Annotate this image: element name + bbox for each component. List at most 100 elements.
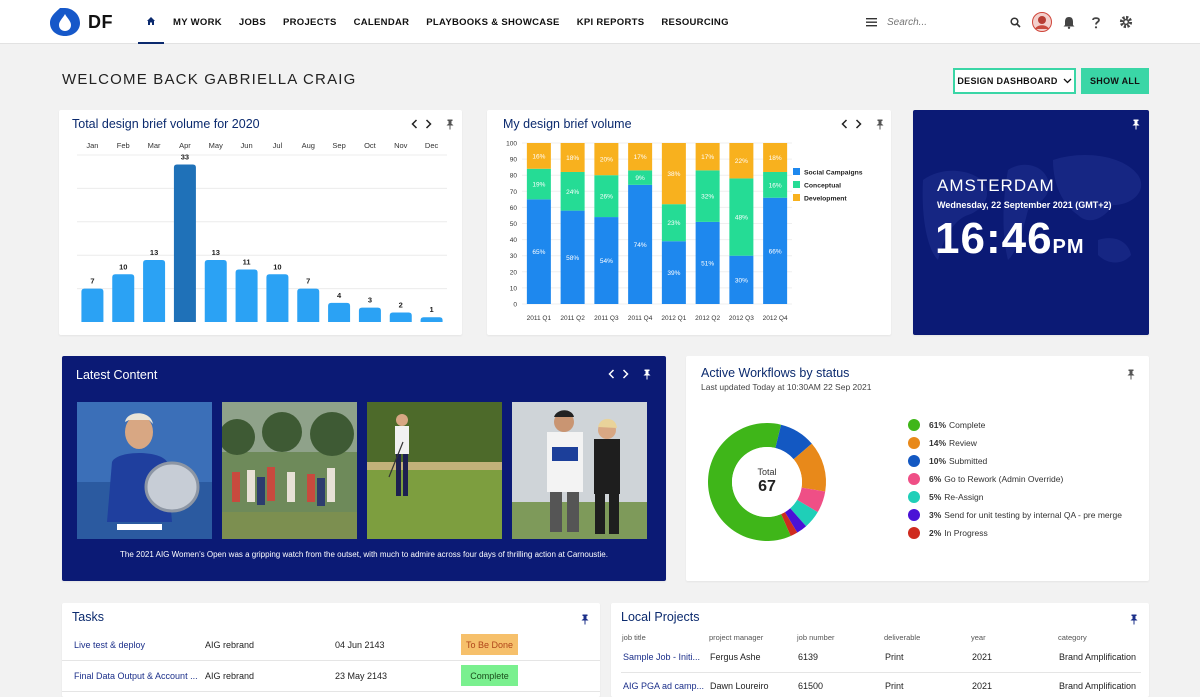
task-row[interactable]: Live test & deploy AIG rebrand 04 Jun 21… (62, 630, 600, 661)
notifications-button[interactable] (1058, 11, 1080, 33)
nav-calendar[interactable]: CALENDAR (354, 17, 410, 28)
legend-item[interactable]: 61% Complete (908, 416, 1122, 434)
legend-dot (908, 473, 920, 485)
data-label: 7 (90, 277, 94, 286)
bar[interactable] (81, 288, 104, 322)
data-label: 18% (566, 155, 579, 162)
task-name[interactable]: Live test & deploy (74, 640, 145, 650)
dashboard-select[interactable]: DESIGN DASHBOARD (953, 68, 1076, 94)
content-image-golfer-swing[interactable] (367, 402, 502, 539)
legend-item[interactable]: 10% Submitted (908, 452, 1122, 470)
content-image-caddie[interactable] (512, 402, 647, 539)
task-name[interactable]: Final Data Output & Account ... (74, 671, 198, 681)
legend-item[interactable]: 2% In Progress (908, 524, 1122, 542)
legend-item[interactable]: 6% Go to Rework (Admin Override) (908, 470, 1122, 488)
legend-label: Social Campaigns (804, 170, 863, 177)
data-label: 38% (667, 171, 680, 178)
task-status-badge[interactable]: To Be Done (461, 634, 518, 655)
menu-icon[interactable] (866, 17, 877, 27)
x-tick-label: Dec (425, 141, 439, 150)
data-label: 19% (532, 182, 545, 189)
project-job-title[interactable]: Sample Job - Initi... (623, 652, 700, 662)
project-job-title[interactable]: AIG PGA ad camp... (623, 681, 704, 691)
bar[interactable] (235, 269, 258, 322)
nav-playbooks[interactable]: PLAYBOOKS & SHOWCASE (426, 17, 559, 28)
pin-button[interactable] (1129, 117, 1143, 131)
pin-button[interactable] (578, 612, 592, 626)
col-header-job-number[interactable]: job number (797, 633, 835, 642)
brief-volume-card: Total design brief volume for 2020 Jan 7 F… (59, 110, 462, 335)
bar[interactable] (173, 164, 196, 322)
col-header-category[interactable]: category (1058, 633, 1087, 642)
search-button[interactable] (1004, 11, 1026, 33)
workflows-card: Active Workflows by status Last updated … (686, 356, 1149, 581)
home-button[interactable] (138, 0, 164, 44)
clock-time-value: 16:46 (935, 214, 1053, 263)
legend-item[interactable]: 14% Review (908, 434, 1122, 452)
show-all-button[interactable]: SHOW ALL (1081, 68, 1149, 94)
task-project: AIG rebrand (205, 640, 255, 650)
logo[interactable]: DF (48, 5, 118, 39)
pin-icon (1127, 369, 1135, 379)
task-status-badge[interactable]: Complete (461, 665, 518, 686)
latest-content-controls (604, 367, 654, 381)
pin-button[interactable] (1127, 612, 1141, 626)
bar[interactable] (297, 288, 320, 322)
user-avatar[interactable] (1031, 11, 1053, 33)
nav-resourcing[interactable]: RESOURCING (661, 17, 728, 28)
task-date: 23 May 2143 (335, 671, 388, 681)
legend-item[interactable]: 3% Send for unit testing by internal QA -… (908, 506, 1122, 524)
project-manager: Fergus Ashe (710, 652, 761, 662)
pin-button[interactable] (1124, 367, 1138, 381)
data-label: 18% (769, 155, 782, 162)
search-input[interactable] (887, 16, 997, 28)
bar[interactable] (389, 312, 412, 322)
data-label: 1 (429, 305, 433, 314)
bar[interactable] (420, 317, 443, 322)
data-label: 4 (337, 291, 342, 300)
bar[interactable] (266, 274, 289, 322)
bar[interactable] (112, 274, 135, 322)
x-tick-label: 2011 Q3 (594, 315, 619, 322)
col-header-project-manager[interactable]: project manager (709, 633, 763, 642)
help-button[interactable] (1085, 11, 1107, 33)
legend-dot (908, 527, 920, 539)
col-header-deliverable[interactable]: deliverable (884, 633, 920, 642)
y-tick-label: 0 (513, 302, 517, 309)
nav-jobs[interactable]: JOBS (239, 17, 266, 28)
task-row[interactable]: Final Data Output & Account ... AIG rebr… (62, 661, 600, 692)
content-image-golfer-trophy[interactable] (77, 402, 212, 539)
project-deliverable: Print (885, 652, 904, 662)
clock-date: Wednesday, 22 September 2021 (GMT+2) (937, 200, 1112, 210)
y-tick-label: 40 (510, 237, 518, 244)
legend-item[interactable]: 5% Re-Assign (908, 488, 1122, 506)
nav-kpi-reports[interactable]: KPI REPORTS (577, 17, 645, 28)
content-image-crowd[interactable] (222, 402, 357, 539)
avatar (1032, 12, 1052, 32)
bar[interactable] (204, 259, 227, 322)
settings-button[interactable] (1115, 11, 1137, 33)
bar[interactable] (328, 302, 351, 322)
data-label: 17% (701, 154, 714, 161)
bar[interactable] (143, 259, 166, 322)
nav-my-work[interactable]: MY WORK (173, 17, 222, 28)
data-label: 54% (600, 258, 613, 265)
legend-label: Conceptual (804, 183, 841, 190)
pin-button[interactable] (640, 367, 654, 381)
bar[interactable] (358, 307, 381, 322)
nav-projects[interactable]: PROJECTS (283, 17, 337, 28)
col-header-year[interactable]: year (971, 633, 986, 642)
table-row[interactable]: AIG PGA ad camp... Dawn Loureiro 61500 P… (621, 675, 1141, 697)
workflows-legend: 61% Complete 14% Review 10% Submitted 6% Go to … (908, 416, 1122, 542)
col-header-job-title[interactable]: job title (622, 633, 646, 642)
world-clock-card: AMSTERDAM Wednesday, 22 September 2021 (… (913, 110, 1149, 335)
legend-dot (908, 419, 920, 431)
page-title: WELCOME BACK GABRIELLA CRAIG (62, 71, 357, 88)
legend-dot (908, 509, 920, 521)
legend-label: Submitted (949, 456, 988, 466)
table-row[interactable]: Sample Job - Initi... Fergus Ashe 6139 P… (621, 646, 1141, 673)
legend-label: In Progress (944, 528, 988, 538)
next-button[interactable] (618, 367, 632, 381)
prev-button[interactable] (604, 367, 618, 381)
x-tick-label: Sep (332, 141, 345, 150)
